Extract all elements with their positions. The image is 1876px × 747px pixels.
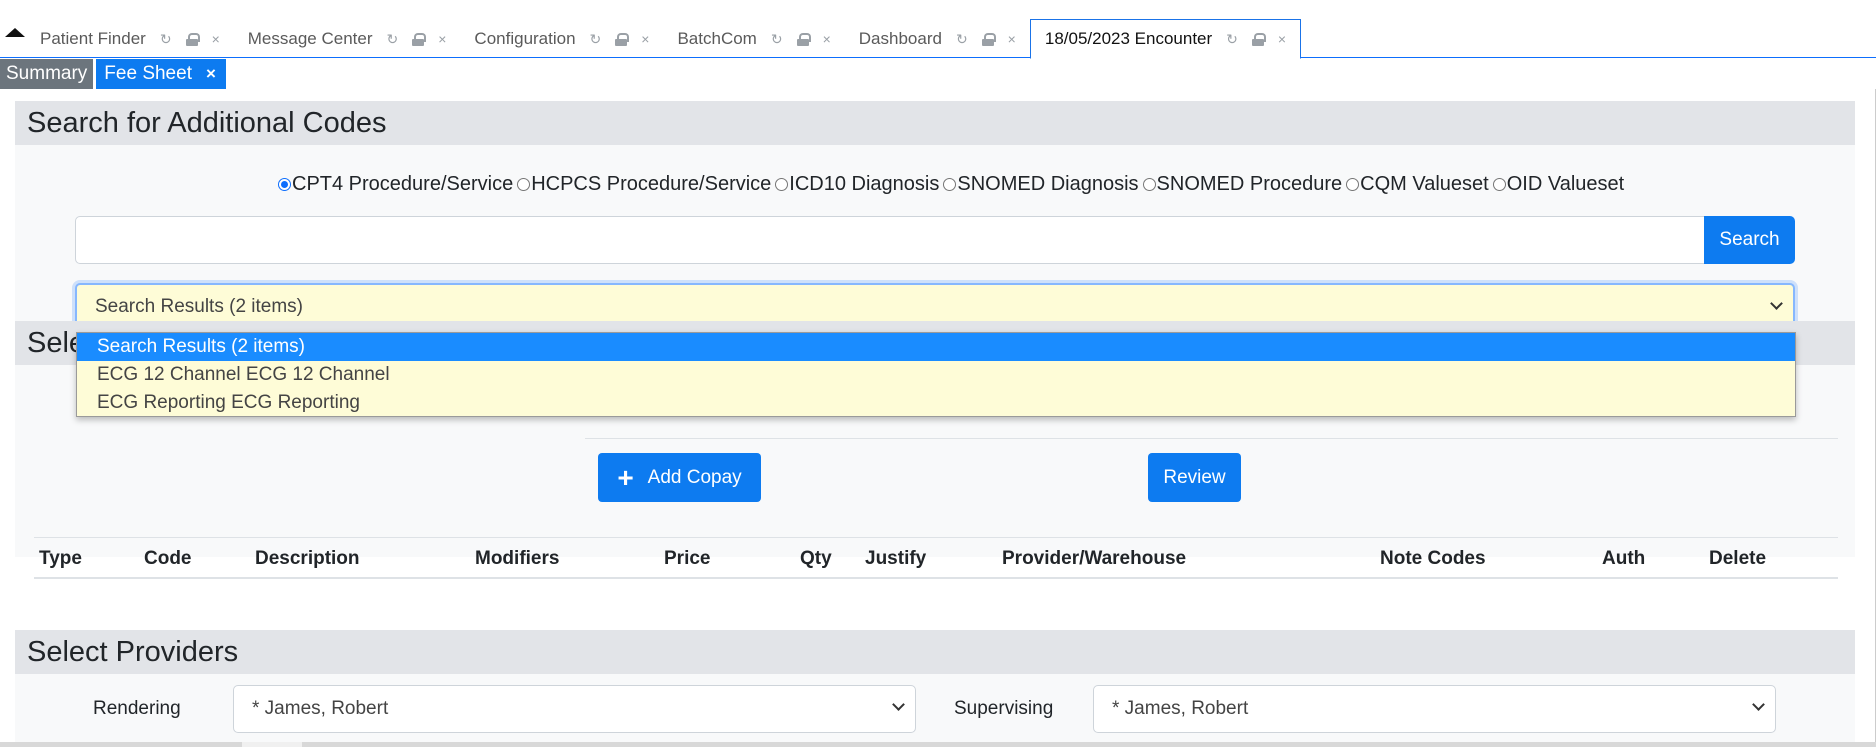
tab-label: 18/05/2023 Encounter xyxy=(1044,29,1213,48)
tab-label: Patient Finder xyxy=(40,29,146,48)
close-icon[interactable]: × xyxy=(823,31,831,47)
search-results-dropdown: Search Results (2 items) ECG 12 Channel … xyxy=(76,332,1796,417)
column-header: Price xyxy=(664,548,711,569)
lock-icon[interactable] xyxy=(412,32,427,46)
code-search-input[interactable] xyxy=(75,216,1720,264)
tab-encounter[interactable]: 18/05/2023 Encounter ↻ × xyxy=(1029,19,1302,59)
main-tabs: Patient Finder ↻ × Message Center ↻ × Conf… xyxy=(26,19,1302,59)
subtab-label: Fee Sheet xyxy=(104,63,192,84)
code-type-option[interactable]: SNOMED Procedure xyxy=(1139,173,1343,196)
scrollbar-thumb[interactable] xyxy=(242,742,302,747)
close-icon[interactable]: × xyxy=(1008,31,1016,47)
tab-patient-finder[interactable]: Patient Finder ↻ × xyxy=(26,20,234,58)
tab-label: BatchCom xyxy=(677,29,757,48)
column-header: Type xyxy=(39,548,82,569)
code-type-option[interactable]: HCPCS Procedure/Service xyxy=(513,173,771,196)
tab-message-center[interactable]: Message Center ↻ × xyxy=(234,20,461,58)
subtab-summary[interactable]: Summary xyxy=(0,59,94,89)
radio-button[interactable] xyxy=(1346,178,1360,191)
option-label: ICD10 Diagnosis xyxy=(789,173,940,195)
tab-label: Configuration xyxy=(474,29,576,48)
tab-label: Message Center xyxy=(247,29,373,48)
lock-icon[interactable] xyxy=(796,32,811,46)
collapse-caret-icon[interactable] xyxy=(5,28,25,37)
rendering-label: Rendering xyxy=(93,698,181,719)
section-title: Search for Additional Codes xyxy=(15,101,1855,145)
radio-button[interactable] xyxy=(943,178,957,191)
divider xyxy=(585,438,1838,439)
search-button[interactable]: Search xyxy=(1704,216,1795,264)
close-icon[interactable]: × xyxy=(206,64,216,84)
search-codes-section: Search for Additional Codes CPT4 Procedu… xyxy=(15,101,1855,351)
codes-table-header: Type Code Description Modifiers Price Qt… xyxy=(34,537,1838,579)
column-header: Auth xyxy=(1602,548,1646,569)
refresh-icon[interactable]: ↻ xyxy=(1226,31,1238,48)
rendering-provider-select[interactable]: * James, Robert xyxy=(233,685,916,733)
refresh-icon[interactable]: ↻ xyxy=(387,31,399,48)
option-label: CQM Valueset xyxy=(1360,173,1489,195)
radio-button[interactable] xyxy=(278,178,291,191)
column-header: Justify xyxy=(865,548,927,569)
dropdown-option[interactable]: Search Results (2 items) xyxy=(77,333,1795,361)
top-tab-bar: Patient Finder ↻ × Message Center ↻ × Conf… xyxy=(0,0,1876,59)
column-header: Qty xyxy=(800,548,832,569)
option-label: SNOMED Diagnosis xyxy=(957,173,1139,195)
chevron-down-icon xyxy=(1752,698,1765,711)
code-type-option[interactable]: ICD10 Diagnosis xyxy=(771,173,939,196)
horizontal-scrollbar[interactable] xyxy=(0,742,1876,747)
lock-icon[interactable] xyxy=(981,32,996,46)
radio-button[interactable] xyxy=(775,178,789,191)
close-icon[interactable]: × xyxy=(212,31,220,47)
review-button[interactable]: Review xyxy=(1148,453,1241,502)
add-copay-button[interactable]: + Add Copay xyxy=(598,453,761,502)
dropdown-option[interactable]: ECG Reporting ECG Reporting xyxy=(77,389,1795,417)
dropdown-option[interactable]: ECG 12 Channel ECG 12 Channel xyxy=(77,361,1795,389)
radio-button[interactable] xyxy=(1492,178,1506,191)
option-label: HCPCS Procedure/Service xyxy=(531,173,772,195)
column-header: Description xyxy=(255,548,360,569)
column-header: Note Codes xyxy=(1380,548,1486,569)
code-type-option[interactable]: SNOMED Diagnosis xyxy=(939,173,1139,196)
tab-dashboard[interactable]: Dashboard ↻ × xyxy=(845,20,1030,58)
selected-value: * James, Robert xyxy=(1112,698,1249,719)
column-header: Code xyxy=(144,548,192,569)
lock-icon[interactable] xyxy=(1251,32,1266,46)
code-type-radio-group: CPT4 Procedure/Service HCPCS Procedure/S… xyxy=(274,173,1624,196)
tab-label: Dashboard xyxy=(858,29,942,48)
supervising-label: Supervising xyxy=(954,698,1054,719)
section-title: Select Providers xyxy=(15,630,1855,674)
close-icon[interactable]: × xyxy=(1278,31,1286,47)
subtab-label: Summary xyxy=(6,63,88,84)
refresh-icon[interactable]: ↻ xyxy=(160,31,172,48)
supervising-provider-select[interactable]: * James, Robert xyxy=(1093,685,1776,733)
close-icon[interactable]: × xyxy=(641,31,649,47)
button-label: Add Copay xyxy=(647,466,742,488)
code-type-option[interactable]: CQM Valueset xyxy=(1342,173,1489,196)
chevron-down-icon xyxy=(892,698,905,711)
subtab-fee-sheet[interactable]: Fee Sheet × xyxy=(96,59,226,89)
lock-icon[interactable] xyxy=(185,32,200,46)
selected-value: * James, Robert xyxy=(252,698,389,719)
encounter-subtabs: Summary Fee Sheet × xyxy=(0,59,226,89)
tab-batchcom[interactable]: BatchCom ↻ × xyxy=(663,20,844,58)
refresh-icon[interactable]: ↻ xyxy=(956,31,968,48)
radio-button[interactable] xyxy=(517,178,531,191)
plus-icon: + xyxy=(617,461,634,493)
column-header: Modifiers xyxy=(475,548,560,569)
tab-configuration[interactable]: Configuration ↻ × xyxy=(460,20,663,58)
lock-icon[interactable] xyxy=(615,32,630,46)
refresh-icon[interactable]: ↻ xyxy=(590,31,602,48)
column-header: Provider/Warehouse xyxy=(1002,548,1187,569)
option-label: OID Valueset xyxy=(1506,173,1625,195)
chevron-down-icon xyxy=(1770,297,1783,310)
close-icon[interactable]: × xyxy=(438,31,446,47)
option-label: CPT4 Procedure/Service xyxy=(292,173,514,195)
refresh-icon[interactable]: ↻ xyxy=(771,31,783,48)
radio-button[interactable] xyxy=(1142,178,1156,191)
option-label: SNOMED Procedure xyxy=(1156,173,1343,195)
code-type-option[interactable]: CPT4 Procedure/Service xyxy=(274,173,513,196)
code-type-option[interactable]: OID Valueset xyxy=(1489,173,1624,196)
column-header: Delete xyxy=(1709,548,1767,569)
selected-value: Search Results (2 items) xyxy=(95,296,304,317)
